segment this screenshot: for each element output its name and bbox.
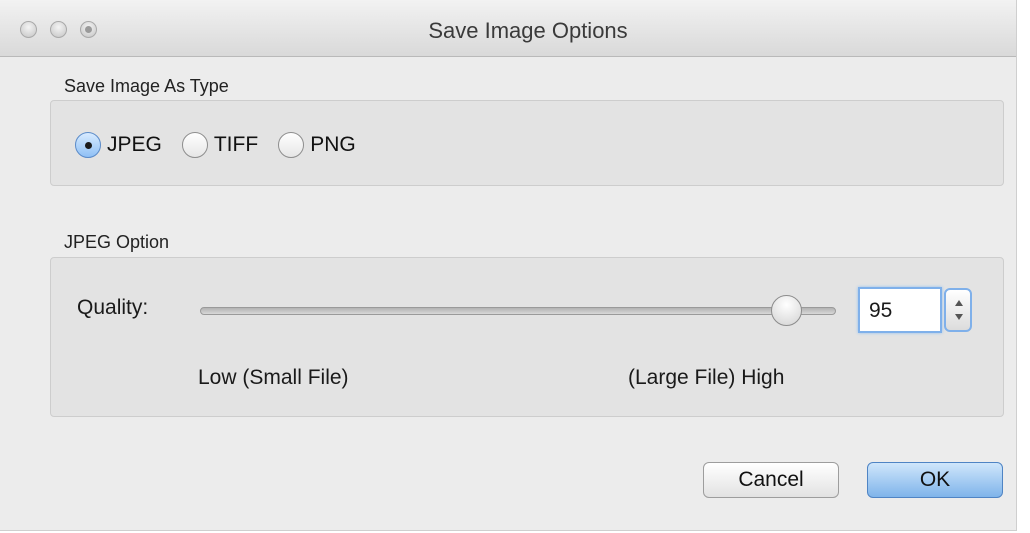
quality-stepper[interactable] (944, 288, 972, 332)
save-type-section-label: Save Image As Type (64, 76, 229, 96)
quality-label: Quality: (77, 296, 149, 319)
save-image-options-dialog: Save Image Options Save Image As Type JP… (0, 0, 1017, 531)
radio-tiff-label: TIFF (213, 133, 259, 156)
radio-jpeg-circle[interactable] (75, 132, 101, 158)
jpeg-option-group (50, 257, 1004, 417)
radio-tiff[interactable]: TIFF (181, 132, 259, 158)
quality-low-label: Low (Small File) (198, 366, 349, 389)
radio-png[interactable]: PNG (278, 132, 356, 158)
radio-tiff-circle[interactable] (181, 132, 208, 158)
quality-value-field[interactable]: 95 (858, 287, 942, 333)
window-title: Save Image Options (428, 18, 628, 43)
title-bar: Save Image Options (0, 0, 1016, 57)
radio-png-label: PNG (310, 133, 356, 156)
stepper-up-icon[interactable] (955, 300, 963, 306)
cancel-button[interactable]: Cancel (703, 462, 839, 498)
radio-jpeg[interactable]: JPEG (75, 132, 162, 158)
ok-button[interactable]: OK (867, 462, 1003, 498)
quality-high-label: (Large File) High (628, 366, 785, 389)
radio-png-circle[interactable] (278, 132, 305, 158)
quality-slider-track[interactable] (200, 307, 836, 315)
radio-jpeg-label: JPEG (107, 133, 162, 156)
stepper-down-icon[interactable] (955, 314, 963, 320)
quality-slider-knob[interactable] (770, 295, 802, 326)
jpeg-option-section-label: JPEG Option (64, 232, 170, 252)
save-type-radio-group: JPEG TIFF PNG (75, 132, 376, 158)
